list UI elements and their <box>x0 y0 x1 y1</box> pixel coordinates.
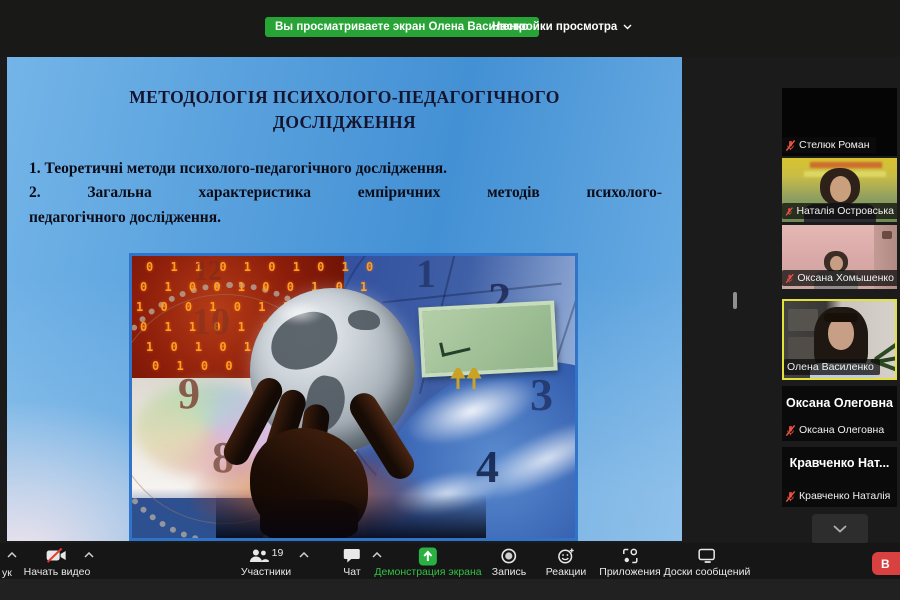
whiteboards-button[interactable]: Доски сообщений <box>664 548 750 578</box>
participant-tile[interactable]: Оксана Олеговна Оксана Олеговна <box>782 386 897 441</box>
participants-icon <box>249 549 269 562</box>
slide-collage-image: 0 1 1 0 1 0 1 0 1 0 0 1 0 0 1 0 0 1 0 1 … <box>129 253 578 541</box>
sidebar-scroll-handle[interactable] <box>733 292 737 309</box>
participant-display-name: Оксана Олеговна <box>786 396 893 410</box>
gold-arrows-icon <box>450 368 482 389</box>
view-settings-dropdown[interactable]: Настройки просмотра <box>492 17 632 37</box>
participant-tile-active-speaker[interactable]: Олена Василенко <box>782 299 897 380</box>
muted-mic-icon <box>785 206 793 216</box>
slide-list-item-2-line1: 2. Загальна характеристика емпіричних ме… <box>29 184 662 202</box>
clock-number: 10 <box>192 301 230 343</box>
participant-name-label: Стелюк Роман <box>782 137 876 153</box>
view-settings-label: Настройки просмотра <box>492 21 618 33</box>
chat-button[interactable]: Чат <box>343 548 361 578</box>
record-button[interactable]: Запись <box>492 548 526 578</box>
reactions-button[interactable]: Реакции <box>546 548 586 578</box>
slide-title-line1: МЕТОДОЛОГІЯ ПСИХОЛОГО-ПЕДАГОГІЧНОГО <box>129 87 560 107</box>
chat-icon <box>343 549 360 563</box>
clock-number: 1 <box>416 253 436 296</box>
clock-number: 12 <box>194 256 222 287</box>
audio-options-chevron-icon[interactable] <box>7 552 17 558</box>
clock-number: 9 <box>178 369 200 418</box>
collapse-participants-button[interactable] <box>812 514 868 544</box>
participants-strip: Стелюк Роман Наталія Островська Оксана Х… <box>770 57 900 544</box>
participant-name-label: Кравченко Наталія <box>782 488 897 504</box>
reactions-icon <box>557 548 574 564</box>
apps-button[interactable]: Приложения <box>599 548 661 578</box>
slide-title: МЕТОДОЛОГІЯ ПСИХОЛОГО-ПЕДАГОГІЧНОГО ДОСЛ… <box>7 85 682 135</box>
zoom-meeting-window: Вы просматриваете экран Олена Василенко … <box>0 0 900 600</box>
participant-name-label: Оксана Олеговна <box>782 422 891 438</box>
muted-mic-icon <box>785 139 796 151</box>
video-options-chevron-icon[interactable] <box>84 552 94 558</box>
participant-display-name: Кравченко Нат... <box>789 456 890 470</box>
clock-number: 4 <box>476 441 499 492</box>
whiteboard-icon <box>698 548 716 563</box>
binary-row: 0 1 1 0 1 0 1 0 1 0 <box>146 260 379 274</box>
chevron-down-icon <box>833 525 847 533</box>
participant-name-label: Наталія Островська <box>782 203 897 219</box>
chevron-down-icon <box>623 24 632 30</box>
video-off-icon <box>47 548 66 563</box>
muted-mic-icon <box>785 424 796 436</box>
unmute-audio-button-partial[interactable]: ук <box>2 567 12 579</box>
meeting-top-bar: Вы просматриваете экран Олена Василенко … <box>0 0 900 57</box>
meeting-toolbar: ук Начать видео 19 Участники Чат Демонст… <box>0 543 900 579</box>
green-chalkboard <box>418 300 558 378</box>
share-screen-button[interactable]: Демонстрация экрана <box>374 547 482 578</box>
participant-tile[interactable]: Кравченко Нат... Кравченко Наталія <box>782 447 897 507</box>
start-video-button[interactable]: Начать видео <box>24 548 90 578</box>
participant-tile[interactable]: Стелюк Роман <box>782 88 897 156</box>
muted-mic-icon <box>785 273 794 283</box>
share-screen-icon <box>418 547 437 566</box>
participant-name-label: Олена Василенко <box>784 359 880 375</box>
participant-tile[interactable]: Наталія Островська <box>782 158 897 222</box>
participants-button[interactable]: 19 Участники <box>241 546 291 579</box>
slide-list: 1. Теоретичні методи психолого-педагогіч… <box>29 157 662 231</box>
slide-list-item-2-line2: педагогічного дослідження. <box>29 209 221 227</box>
window-bottom-strip <box>0 579 900 600</box>
record-icon <box>501 548 517 563</box>
participants-options-chevron-icon[interactable] <box>299 552 309 558</box>
apps-icon <box>622 548 638 563</box>
shared-screen-slide: МЕТОДОЛОГІЯ ПСИХОЛОГО-ПЕДАГОГІЧНОГО ДОСЛ… <box>7 57 682 541</box>
muted-mic-icon <box>785 490 796 502</box>
clock-number: 3 <box>530 369 553 420</box>
participant-name-label: Оксана Хомышенко <box>782 270 897 286</box>
slide-list-item-1: 1. Теоретичні методи психолого-педагогіч… <box>29 159 448 177</box>
leave-meeting-button[interactable]: В <box>872 552 900 575</box>
slide-title-line2: ДОСЛІДЖЕННЯ <box>272 111 417 132</box>
participant-tile[interactable]: Оксана Хомышенко <box>782 225 897 289</box>
participants-count: 19 <box>271 546 284 559</box>
